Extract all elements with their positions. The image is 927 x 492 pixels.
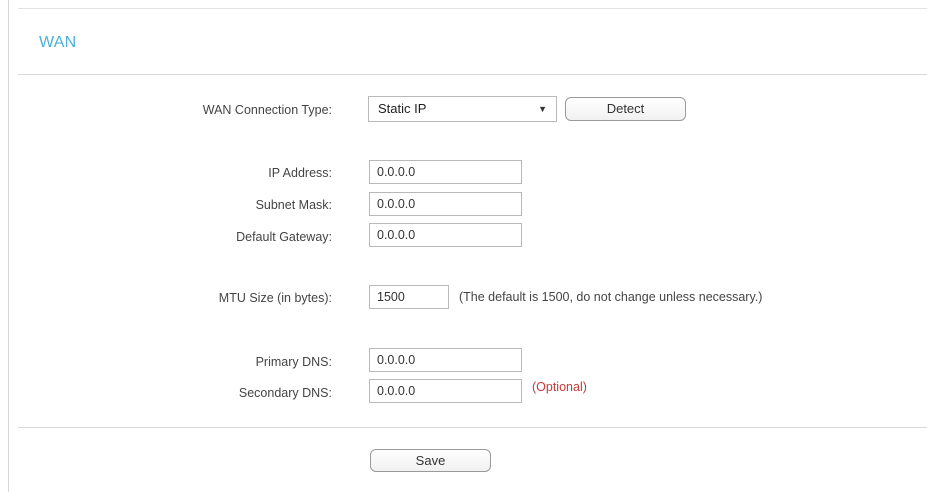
dropdown-arrow-icon: ▼ [538, 104, 547, 114]
default-gateway-input[interactable]: 0.0.0.0 [369, 223, 522, 247]
title-divider [18, 74, 927, 75]
wan-settings-panel: WAN WAN Connection Type: Static IP ▼ Det… [8, 0, 927, 492]
detect-button[interactable]: Detect [565, 97, 686, 121]
secondary-dns-input[interactable]: 0.0.0.0 [369, 379, 522, 403]
mtu-input[interactable]: 1500 [369, 285, 449, 309]
mtu-hint: (The default is 1500, do not change unle… [459, 290, 763, 304]
primary-dns-input[interactable]: 0.0.0.0 [369, 348, 522, 372]
ip-address-label: IP Address: [268, 166, 332, 180]
optional-note: (Optional) [532, 380, 587, 394]
page-title: WAN [39, 34, 77, 51]
ip-address-input[interactable]: 0.0.0.0 [369, 160, 522, 184]
panel-top-border [18, 8, 927, 9]
mtu-label: MTU Size (in bytes): [218, 291, 332, 305]
connection-type-select[interactable]: Static IP ▼ [368, 96, 557, 122]
connection-type-value: Static IP [378, 101, 427, 116]
save-button[interactable]: Save [370, 449, 491, 472]
default-gateway-label: Default Gateway: [236, 230, 332, 244]
secondary-dns-label: Secondary DNS: [238, 386, 332, 400]
footer-divider [18, 427, 927, 428]
connection-type-label: WAN Connection Type: [202, 103, 332, 117]
primary-dns-label: Primary DNS: [255, 355, 332, 369]
subnet-mask-label: Subnet Mask: [255, 198, 332, 212]
subnet-mask-input[interactable]: 0.0.0.0 [369, 192, 522, 216]
